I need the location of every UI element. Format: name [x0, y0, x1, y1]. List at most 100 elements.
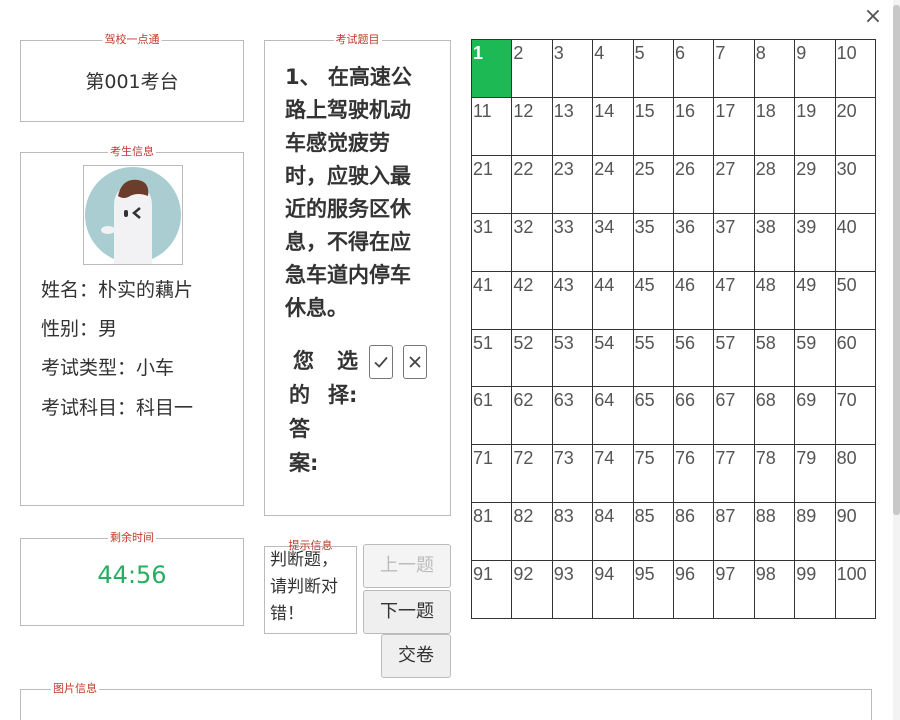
question-number-cell[interactable]: 76: [674, 445, 715, 504]
question-number-cell[interactable]: 12: [512, 97, 553, 156]
question-number-cell[interactable]: 20: [835, 97, 876, 156]
question-number-cell[interactable]: 9: [795, 40, 836, 98]
question-number-cell[interactable]: 51: [472, 329, 513, 388]
question-number-cell[interactable]: 61: [472, 387, 513, 446]
question-number-cell[interactable]: 32: [512, 213, 553, 272]
question-number-cell[interactable]: 94: [593, 561, 634, 619]
question-number-cell[interactable]: 42: [512, 271, 553, 330]
question-number-cell[interactable]: 50: [835, 271, 876, 330]
question-number-cell[interactable]: 86: [674, 503, 715, 562]
question-number-cell[interactable]: 19: [795, 97, 836, 156]
question-number-cell[interactable]: 54: [593, 329, 634, 388]
question-number-cell[interactable]: 84: [593, 503, 634, 562]
question-number-cell[interactable]: 1: [472, 40, 513, 98]
submit-exam-button[interactable]: 交卷: [381, 634, 451, 678]
scrollbar-thumb[interactable]: [893, 5, 900, 515]
question-number-cell[interactable]: 82: [512, 503, 553, 562]
question-number-cell[interactable]: 18: [754, 97, 796, 156]
question-number-cell[interactable]: 40: [835, 213, 876, 272]
question-number-cell[interactable]: 49: [795, 271, 836, 330]
question-number-cell[interactable]: 13: [552, 97, 594, 156]
question-number-cell[interactable]: 68: [754, 387, 796, 446]
question-number-cell[interactable]: 97: [714, 561, 755, 619]
answer-wrong-button[interactable]: [403, 345, 427, 379]
question-number-cell[interactable]: 6: [674, 40, 715, 98]
question-number-cell[interactable]: 72: [512, 445, 553, 504]
question-number-cell[interactable]: 47: [714, 271, 755, 330]
question-number-cell[interactable]: 79: [795, 445, 836, 504]
next-question-button[interactable]: 下一题: [363, 590, 451, 634]
question-number-cell[interactable]: 35: [633, 213, 674, 272]
question-number-cell[interactable]: 57: [714, 329, 755, 388]
question-number-cell[interactable]: 98: [754, 561, 796, 619]
question-number-cell[interactable]: 34: [593, 213, 634, 272]
question-number-cell[interactable]: 69: [795, 387, 836, 446]
question-number-cell[interactable]: 4: [593, 40, 634, 98]
question-number-cell[interactable]: 74: [593, 445, 634, 504]
question-number-cell[interactable]: 37: [714, 213, 755, 272]
question-number-cell[interactable]: 85: [633, 503, 674, 562]
question-number-cell[interactable]: 5: [633, 40, 674, 98]
question-number-cell[interactable]: 52: [512, 329, 553, 388]
answer-correct-button[interactable]: [369, 345, 393, 379]
question-number-cell[interactable]: 39: [795, 213, 836, 272]
question-number-cell[interactable]: 92: [512, 561, 553, 619]
question-number-cell[interactable]: 17: [714, 97, 755, 156]
question-number-cell[interactable]: 89: [795, 503, 836, 562]
question-number-cell[interactable]: 27: [714, 155, 755, 214]
question-number-cell[interactable]: 29: [795, 155, 836, 214]
question-number-cell[interactable]: 48: [754, 271, 796, 330]
question-number-cell[interactable]: 23: [552, 155, 594, 214]
question-number-cell[interactable]: 80: [835, 445, 876, 504]
question-number-cell[interactable]: 100: [835, 561, 876, 619]
question-number-cell[interactable]: 16: [674, 97, 715, 156]
question-number-cell[interactable]: 10: [835, 40, 876, 98]
question-number-cell[interactable]: 63: [552, 387, 594, 446]
question-number-cell[interactable]: 67: [714, 387, 755, 446]
question-number-cell[interactable]: 33: [552, 213, 594, 272]
question-number-cell[interactable]: 45: [633, 271, 674, 330]
question-number-cell[interactable]: 44: [593, 271, 634, 330]
question-number-cell[interactable]: 70: [835, 387, 876, 446]
question-number-cell[interactable]: 75: [633, 445, 674, 504]
question-number-cell[interactable]: 7: [714, 40, 755, 98]
question-number-cell[interactable]: 90: [835, 503, 876, 562]
question-number-cell[interactable]: 38: [754, 213, 796, 272]
question-number-cell[interactable]: 58: [754, 329, 796, 388]
close-button[interactable]: ×: [862, 6, 884, 28]
question-number-cell[interactable]: 81: [472, 503, 513, 562]
question-number-cell[interactable]: 71: [472, 445, 513, 504]
question-number-cell[interactable]: 41: [472, 271, 513, 330]
question-number-cell[interactable]: 73: [552, 445, 594, 504]
question-number-cell[interactable]: 60: [835, 329, 876, 388]
question-number-cell[interactable]: 65: [633, 387, 674, 446]
question-number-cell[interactable]: 8: [754, 40, 796, 98]
question-number-cell[interactable]: 88: [754, 503, 796, 562]
question-number-cell[interactable]: 28: [754, 155, 796, 214]
question-number-cell[interactable]: 31: [472, 213, 513, 272]
question-number-cell[interactable]: 91: [472, 561, 513, 619]
question-number-cell[interactable]: 87: [714, 503, 755, 562]
question-number-cell[interactable]: 21: [472, 155, 513, 214]
question-number-cell[interactable]: 26: [674, 155, 715, 214]
scrollbar[interactable]: [893, 0, 900, 720]
question-number-cell[interactable]: 30: [835, 155, 876, 214]
question-number-cell[interactable]: 83: [552, 503, 594, 562]
prev-question-button[interactable]: 上一题: [363, 544, 451, 588]
question-number-cell[interactable]: 64: [593, 387, 634, 446]
question-number-cell[interactable]: 46: [674, 271, 715, 330]
question-number-cell[interactable]: 62: [512, 387, 553, 446]
question-number-cell[interactable]: 15: [633, 97, 674, 156]
question-number-cell[interactable]: 95: [633, 561, 674, 619]
question-number-cell[interactable]: 66: [674, 387, 715, 446]
question-number-cell[interactable]: 43: [552, 271, 594, 330]
question-number-cell[interactable]: 77: [714, 445, 755, 504]
question-number-cell[interactable]: 3: [552, 40, 594, 98]
question-number-cell[interactable]: 56: [674, 329, 715, 388]
question-number-cell[interactable]: 96: [674, 561, 715, 619]
question-number-cell[interactable]: 59: [795, 329, 836, 388]
question-number-cell[interactable]: 24: [593, 155, 634, 214]
question-number-cell[interactable]: 22: [512, 155, 553, 214]
question-number-cell[interactable]: 2: [512, 40, 553, 98]
question-number-cell[interactable]: 55: [633, 329, 674, 388]
